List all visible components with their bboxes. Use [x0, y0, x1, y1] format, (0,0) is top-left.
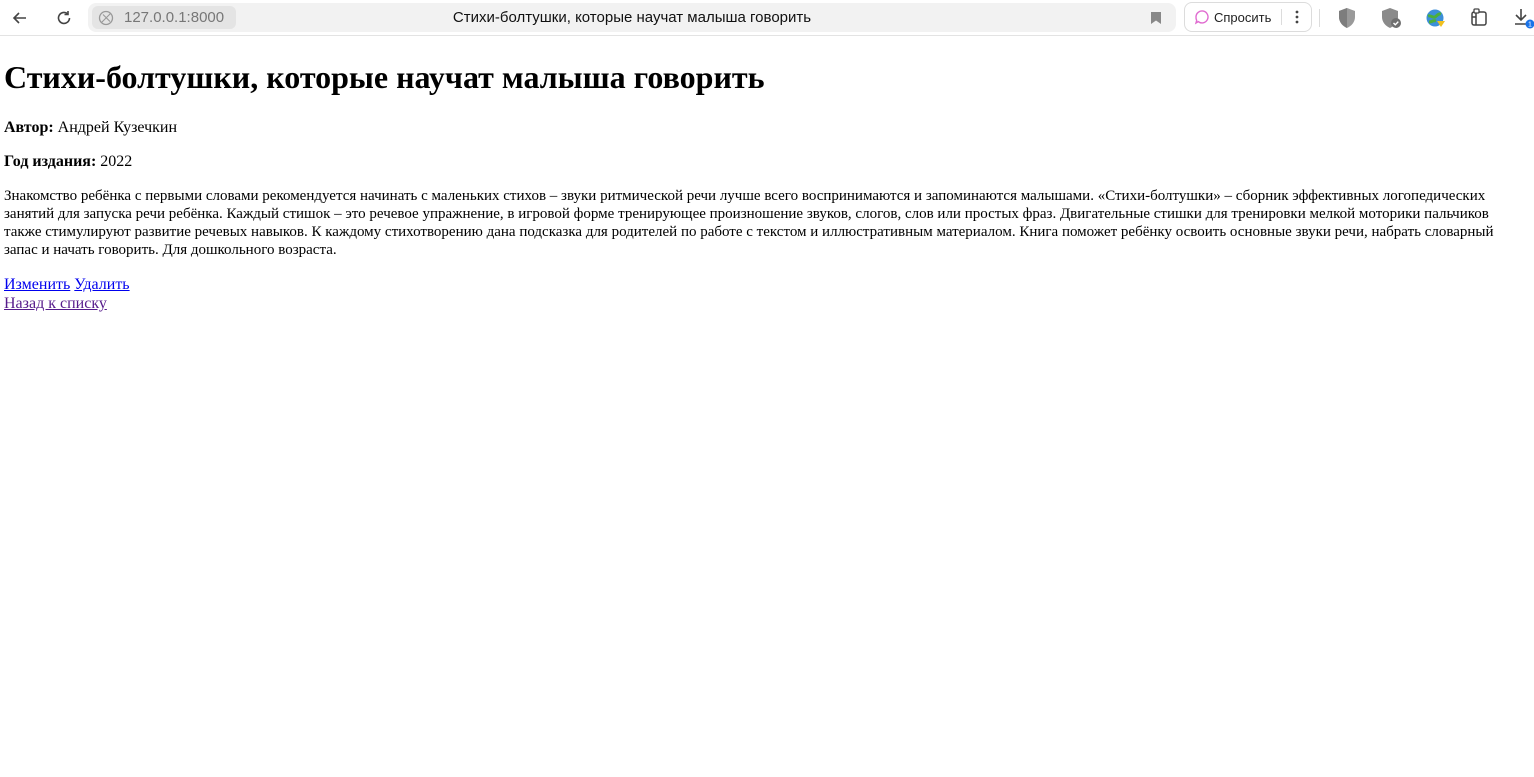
- author-label: Автор:: [4, 119, 54, 136]
- action-links: Изменить Удалить Назад к списку: [4, 275, 1530, 313]
- reload-button[interactable]: [50, 4, 78, 32]
- ask-separator: [1281, 9, 1282, 25]
- browser-toolbar: 127.0.0.1:8000 Стихи-болтушки, которые н…: [0, 0, 1534, 36]
- reload-icon: [57, 11, 71, 25]
- author-line: Автор: Андрей Кузечкин: [4, 119, 1530, 137]
- year-label: Год издания:: [4, 153, 97, 170]
- arrow-left-icon: [12, 12, 26, 24]
- downloads-badge: 1: [1528, 22, 1532, 29]
- toolbar-divider: [1319, 9, 1320, 27]
- sparkle-chat-icon: [1193, 8, 1211, 26]
- year-value: 2022: [100, 153, 133, 170]
- url-text: 127.0.0.1:8000: [124, 9, 225, 26]
- author-value: Андрей Кузечкин: [57, 119, 178, 136]
- site-info-icon[interactable]: [96, 8, 116, 28]
- delete-link[interactable]: Удалить: [74, 276, 129, 293]
- year-line: Год издания: 2022: [4, 153, 1530, 171]
- back-to-list-link[interactable]: Назад к списку: [4, 295, 107, 312]
- ask-label: Спросить: [1214, 9, 1272, 25]
- shield-icon[interactable]: [1334, 5, 1360, 31]
- more-vertical-icon[interactable]: [1285, 7, 1309, 27]
- back-button[interactable]: [6, 4, 34, 32]
- book-description: Знакомство ребёнка с первыми словами рек…: [4, 188, 1494, 258]
- ask-button[interactable]: Спросить: [1184, 2, 1312, 32]
- extensions-icon[interactable]: [1466, 5, 1492, 31]
- page-content: Стихи-болтушки, которые научат малыша го…: [0, 57, 1534, 313]
- address-bar[interactable]: 127.0.0.1:8000 Стихи-болтушки, которые н…: [88, 3, 1176, 32]
- url-chip[interactable]: 127.0.0.1:8000: [92, 6, 236, 29]
- bookmark-icon[interactable]: [1146, 8, 1166, 28]
- tab-title: Стихи-болтушки, которые научат малыша го…: [452, 9, 812, 26]
- edit-link[interactable]: Изменить: [4, 276, 70, 293]
- book-title: Стихи-болтушки, которые научат малыша го…: [4, 59, 765, 95]
- downloads-icon[interactable]: 1: [1510, 5, 1534, 31]
- globe-download-icon[interactable]: [1422, 5, 1448, 31]
- shield-check-icon[interactable]: [1378, 5, 1404, 31]
